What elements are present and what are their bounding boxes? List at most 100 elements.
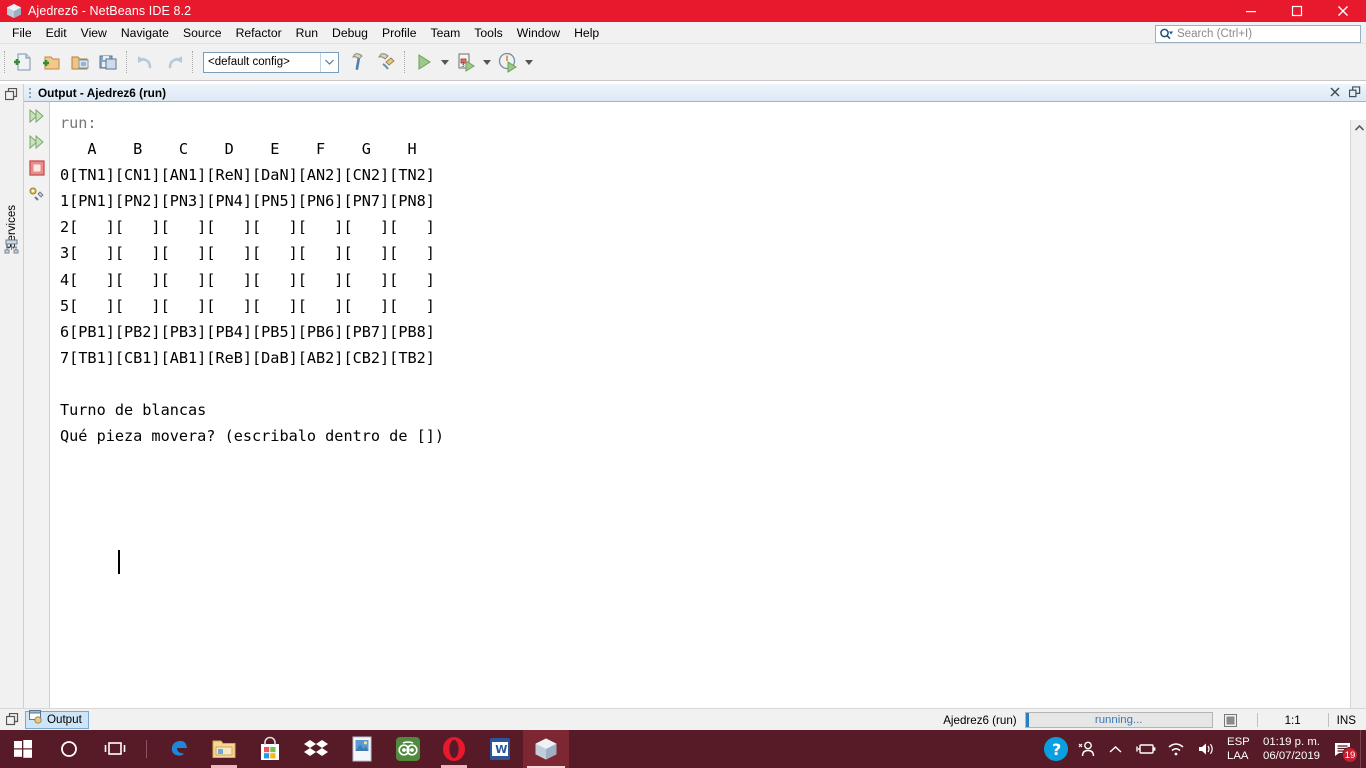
word-button[interactable]: W <box>477 730 523 768</box>
project-config-value: <default config> <box>208 56 290 68</box>
show-desktop-button[interactable] <box>1360 730 1366 768</box>
run-dropdown-chevron-down-icon[interactable] <box>438 48 452 76</box>
console-board-text: A B C D E F G H 0[TN1][CN1][AN1][ReN][Da… <box>60 140 445 446</box>
file-explorer-button[interactable] <box>201 730 247 768</box>
statusbar-output-tab[interactable]: Output <box>25 710 89 729</box>
toolbar-separator <box>192 51 194 73</box>
output-vertical-scrollbar[interactable] <box>1350 120 1366 726</box>
new-project-icon[interactable] <box>38 48 66 76</box>
new-file-icon[interactable] <box>10 48 38 76</box>
progress-label: running... <box>1094 714 1143 726</box>
debug-icon[interactable]: 3 <box>452 48 480 76</box>
opera-button[interactable] <box>431 730 477 768</box>
main-toolbar: <default config> 3 <box>0 44 1366 81</box>
language-indicator-bottom: LAA <box>1226 750 1249 762</box>
photos-button[interactable] <box>339 730 385 768</box>
menu-window[interactable]: Window <box>510 24 567 42</box>
profile-dropdown-chevron-down-icon[interactable] <box>522 48 536 76</box>
statusbar-divider <box>1256 713 1258 727</box>
output-tab-buttons <box>1328 85 1362 99</box>
toolbar-separator <box>404 51 406 73</box>
maximize-window-icon[interactable] <box>1348 85 1362 99</box>
dropbox-button[interactable] <box>293 730 339 768</box>
menu-refactor[interactable]: Refactor <box>229 24 289 42</box>
microsoft-store-button[interactable] <box>247 730 293 768</box>
netbeans-ide-window: Ajedrez6 - NetBeans IDE 8.2 File Edit Vi… <box>0 0 1366 768</box>
people-icon[interactable] <box>1071 730 1101 768</box>
statusbar-right-group: Ajedrez6 (run) running... 1:1 INS <box>943 709 1366 731</box>
save-all-icon[interactable] <box>94 48 122 76</box>
cortana-search-button[interactable] <box>46 730 92 768</box>
menu-bar: File Edit View Navigate Source Refactor … <box>0 22 1366 44</box>
search-input[interactable]: Search (Ctrl+I) <box>1155 25 1361 43</box>
search-placeholder-text: Search (Ctrl+I) <box>1177 28 1253 40</box>
insert-mode-label: INS <box>1336 713 1356 727</box>
run-icon[interactable] <box>410 48 438 76</box>
speaker-icon[interactable] <box>1191 730 1221 768</box>
output-console-area[interactable]: run: A B C D E F G H 0[TN1][CN1][AN1][Re… <box>50 102 1366 708</box>
drag-grip-icon[interactable] <box>28 87 35 99</box>
redo-icon[interactable] <box>160 48 188 76</box>
close-icon[interactable] <box>1320 0 1366 22</box>
minimize-window-icon[interactable] <box>6 713 19 726</box>
rerun-green-arrows-icon[interactable] <box>26 104 48 128</box>
chevron-down-icon[interactable] <box>320 52 338 72</box>
gear-settings-icon[interactable] <box>26 182 48 206</box>
title-bar: Ajedrez6 - NetBeans IDE 8.2 <box>0 0 1366 22</box>
search-icon <box>1159 27 1174 41</box>
task-view-button[interactable] <box>92 730 138 768</box>
menu-edit[interactable]: Edit <box>39 24 74 42</box>
menu-help[interactable]: Help <box>567 24 606 42</box>
debug-dropdown-chevron-down-icon[interactable] <box>480 48 494 76</box>
taskbar-date: 06/07/2019 <box>1262 750 1320 762</box>
toolbar-separator <box>4 51 6 73</box>
taskbar-divider <box>146 740 147 758</box>
stop-red-square-icon[interactable] <box>26 156 48 180</box>
wifi-icon[interactable] <box>1161 730 1191 768</box>
window-title: Ajedrez6 - NetBeans IDE 8.2 <box>28 4 192 18</box>
console-text-caret <box>118 550 120 574</box>
battery-plug-icon[interactable] <box>1131 730 1161 768</box>
menu-navigate[interactable]: Navigate <box>114 24 176 42</box>
undo-icon[interactable] <box>132 48 160 76</box>
chevron-up-icon[interactable] <box>1351 120 1366 136</box>
tripadvisor-button[interactable] <box>385 730 431 768</box>
svg-text:3: 3 <box>461 62 465 69</box>
clock-and-language[interactable]: ESP 01:19 p. m. LAA 06/07/2019 <box>1227 735 1320 763</box>
left-dock-strip: Services <box>0 84 24 708</box>
output-window: Output - Ajedrez6 (run) run: A B C D E F… <box>24 84 1366 726</box>
menu-source[interactable]: Source <box>176 24 229 42</box>
open-project-icon[interactable] <box>66 48 94 76</box>
netbeans-button[interactable] <box>523 730 569 768</box>
statusbar-divider <box>1327 713 1329 727</box>
hammer-icon[interactable] <box>344 48 372 76</box>
close-icon[interactable] <box>1328 85 1342 99</box>
output-tab-title[interactable]: Output - Ajedrez6 (run) <box>38 86 166 100</box>
notification-badge-count: 19 <box>1342 747 1358 763</box>
minimize-window-icon[interactable] <box>4 87 18 106</box>
menu-view[interactable]: View <box>74 24 114 42</box>
menu-file[interactable]: File <box>5 24 39 42</box>
project-config-combo[interactable]: <default config> <box>203 51 339 73</box>
chevron-up-icon[interactable] <box>1101 730 1131 768</box>
help-circle-icon[interactable]: ? <box>1041 730 1071 768</box>
menu-team[interactable]: Team <box>423 24 467 42</box>
menu-run[interactable]: Run <box>289 24 325 42</box>
window-controls <box>1228 0 1366 22</box>
statusbar-project-status: Ajedrez6 (run) <box>943 713 1017 727</box>
output-window-icon <box>29 710 43 729</box>
profile-icon[interactable] <box>494 48 522 76</box>
rerun-green-arrows-icon[interactable] <box>26 130 48 154</box>
start-button[interactable] <box>0 730 46 768</box>
menu-profile[interactable]: Profile <box>375 24 424 42</box>
menu-debug[interactable]: Debug <box>325 24 375 42</box>
edge-button[interactable] <box>155 730 201 768</box>
maximize-icon[interactable] <box>1274 0 1320 22</box>
progress-bar[interactable]: running... <box>1024 712 1213 728</box>
notification-icon[interactable]: 19 <box>1326 730 1360 768</box>
netbeans-cube-icon <box>6 3 22 19</box>
clean-build-icon[interactable] <box>372 48 400 76</box>
minimize-icon[interactable] <box>1228 0 1274 22</box>
menu-tools[interactable]: Tools <box>467 24 509 42</box>
stop-process-icon[interactable] <box>1223 712 1239 728</box>
